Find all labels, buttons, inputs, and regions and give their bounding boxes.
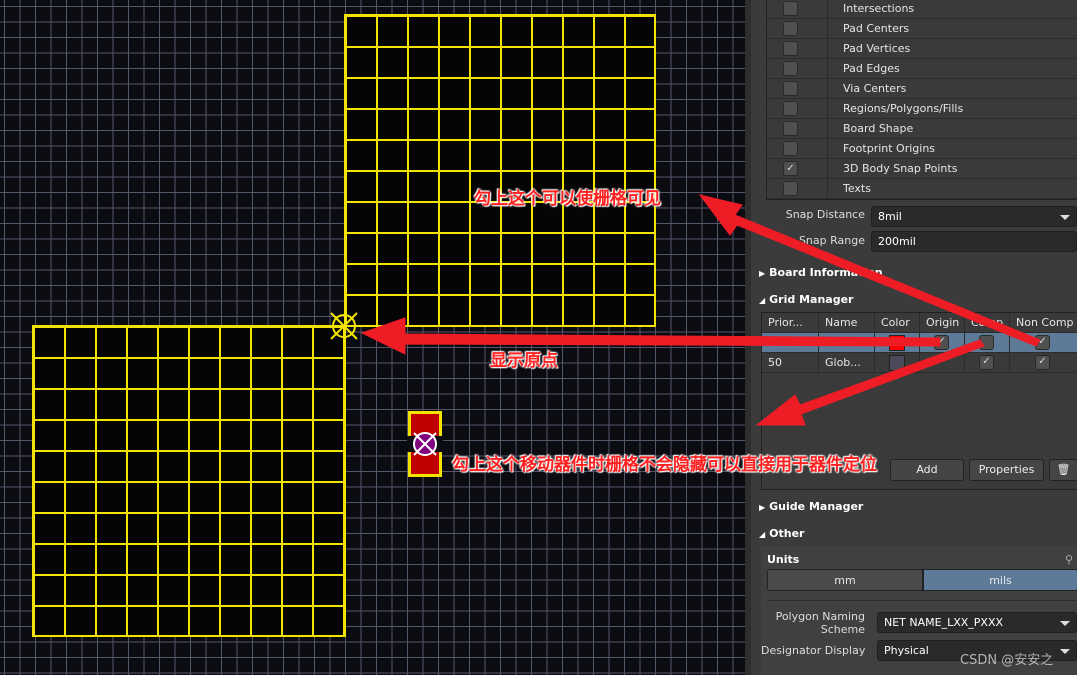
arrow-grid-visible bbox=[698, 194, 1041, 347]
arrow-comp bbox=[755, 339, 985, 426]
annotation-comp-grid: 勾上这个移动器件时栅格不会隐藏可以直接用于器件定位 bbox=[452, 455, 877, 475]
annotation-show-origin: 显示原点 bbox=[490, 351, 558, 371]
annotation-grid-visible: 勾上这个可以使栅格可见 bbox=[474, 189, 661, 209]
arrow-origin bbox=[360, 317, 941, 355]
watermark: CSDN @安安之 bbox=[960, 653, 1054, 668]
annotation-arrows bbox=[360, 194, 1041, 426]
